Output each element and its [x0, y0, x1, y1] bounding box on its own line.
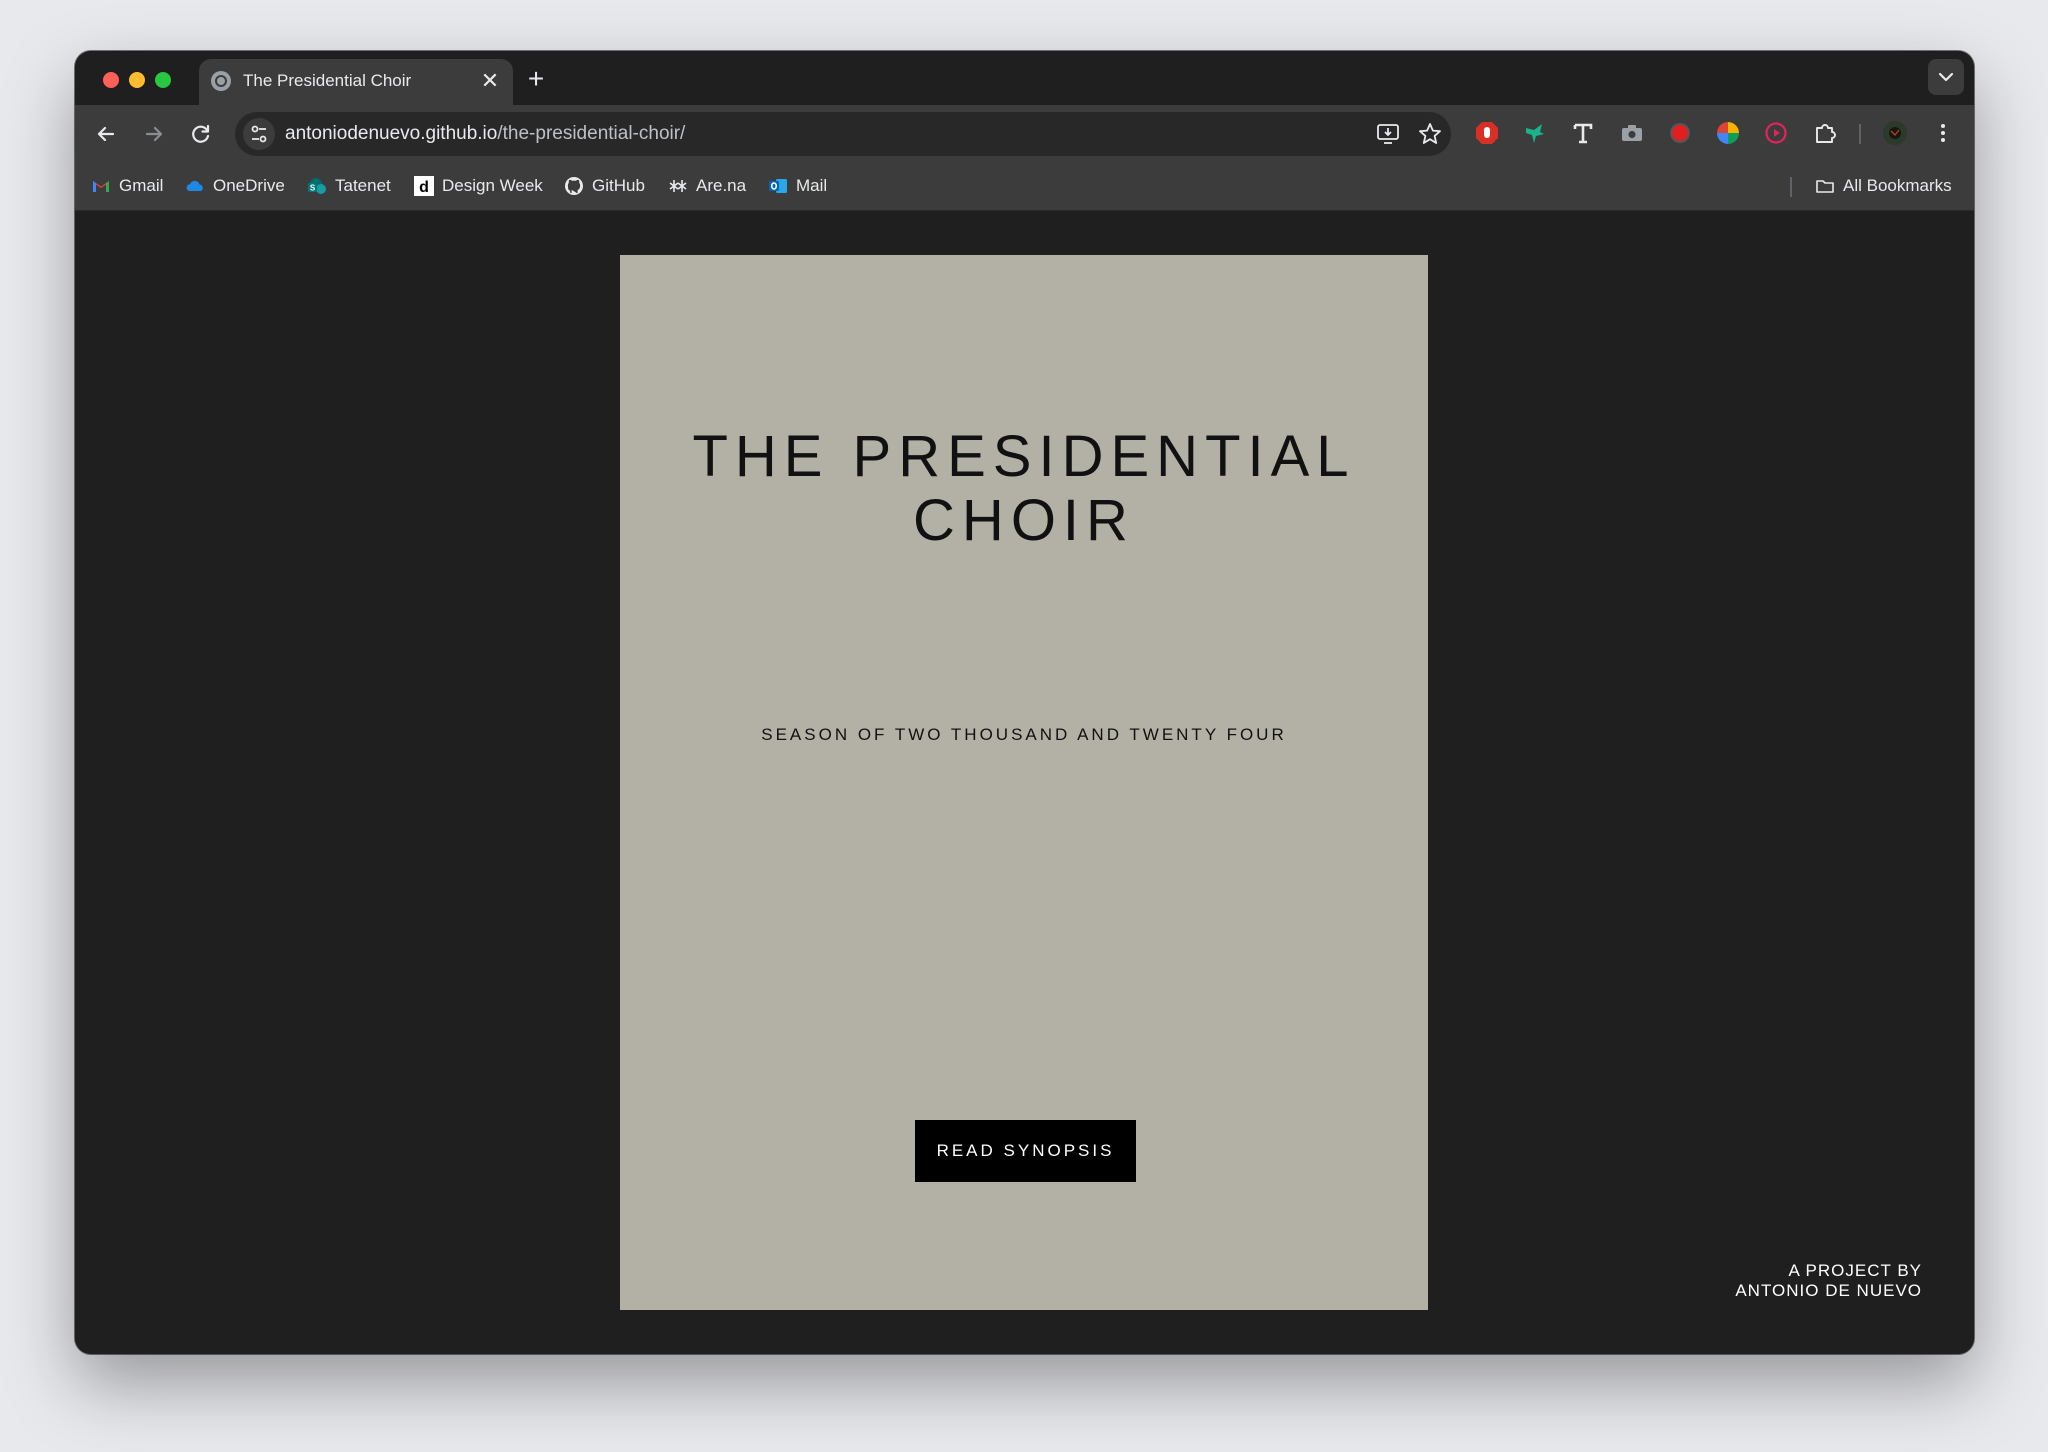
- read-synopsis-button[interactable]: READ SYNOPSIS: [915, 1120, 1136, 1182]
- folder-icon: [1816, 180, 1834, 193]
- bookmark-label: Design Week: [442, 176, 543, 195]
- bookmark-label: Tatenet: [335, 176, 391, 195]
- camera-icon[interactable]: [1619, 120, 1645, 146]
- install-app-icon[interactable]: [1375, 121, 1401, 147]
- more-vertical-icon[interactable]: [1930, 120, 1956, 146]
- zoom-window-button[interactable]: [155, 72, 171, 88]
- url-host: antoniodenuevo.github.io: [285, 123, 498, 144]
- reload-button[interactable]: [186, 119, 216, 149]
- new-tab-button[interactable]: +: [521, 65, 551, 95]
- bookmark-label: Are.na: [696, 176, 747, 195]
- tune-icon: [251, 125, 267, 143]
- bird-extension-icon[interactable]: [1522, 120, 1548, 146]
- url-path: /the-presidential-choir/: [497, 123, 686, 144]
- puzzle-icon[interactable]: [1812, 120, 1838, 146]
- season-subtitle: SEASON OF TWO THOUSAND AND TWENTY FOUR: [761, 725, 1287, 744]
- tab-strip: The Presidential Choir ✕ +: [75, 51, 1974, 105]
- tab-search-button[interactable]: [1928, 59, 1964, 95]
- globe-icon: [211, 71, 231, 91]
- svg-text:d: d: [419, 179, 429, 196]
- all-bookmarks-label: All Bookmarks: [1843, 176, 1952, 195]
- credit-line-1: A PROJECT BY: [1788, 1261, 1922, 1280]
- screen-recorder-icon[interactable]: [1763, 120, 1789, 146]
- title-line-1: THE PRESIDENTIAL: [692, 424, 1356, 489]
- poster-card: THE PRESIDENTIAL CHOIR SEASON OF TWO THO…: [620, 255, 1428, 1310]
- bookmark-tatenet[interactable]: S Tatenet: [307, 163, 391, 209]
- back-button[interactable]: [91, 119, 121, 149]
- bookmark-label: Gmail: [119, 176, 164, 195]
- font-icon[interactable]: [1570, 120, 1596, 146]
- bookmarks-divider: [1790, 177, 1792, 197]
- forward-button[interactable]: [139, 119, 169, 149]
- site-info-button[interactable]: [243, 118, 275, 150]
- adblock-icon[interactable]: [1474, 120, 1500, 146]
- chevron-down-icon: [1938, 72, 1954, 82]
- bookmark-onedrive[interactable]: OneDrive: [185, 163, 285, 209]
- bookmark-arena[interactable]: Are.na: [668, 163, 746, 209]
- toolbar-divider: [1859, 124, 1861, 144]
- bookmark-design-week[interactable]: d Design Week: [414, 163, 543, 209]
- bookmarks-bar: Gmail OneDrive S Tatenet d Design Week G…: [75, 163, 1974, 211]
- credit-line-2: ANTONIO DE NUEVO: [1735, 1281, 1922, 1300]
- profile-avatar[interactable]: [1882, 120, 1908, 146]
- toolbar: antoniodenuevo.github.io/the-presidentia…: [75, 105, 1974, 163]
- browser-window: The Presidential Choir ✕ + antoniodenuev…: [75, 51, 1974, 1354]
- sharepoint-icon: S: [308, 178, 326, 194]
- tab-close-button[interactable]: ✕: [477, 68, 503, 94]
- bookmark-label: GitHub: [592, 176, 645, 195]
- close-window-button[interactable]: [103, 72, 119, 88]
- page-content: THE PRESIDENTIAL CHOIR SEASON OF TWO THO…: [75, 212, 1974, 1354]
- all-bookmarks-button[interactable]: All Bookmarks: [1815, 163, 1952, 209]
- design-week-icon: d: [414, 176, 434, 196]
- github-icon: [565, 177, 583, 195]
- minimize-window-button[interactable]: [129, 72, 145, 88]
- bookmark-mail[interactable]: Mail: [768, 163, 827, 209]
- star-icon[interactable]: [1417, 121, 1443, 147]
- onedrive-icon: [186, 180, 203, 191]
- bookmark-github[interactable]: GitHub: [564, 163, 645, 209]
- address-bar[interactable]: antoniodenuevo.github.io/the-presidentia…: [235, 112, 1451, 156]
- url-text: antoniodenuevo.github.io/the-presidentia…: [285, 123, 685, 145]
- record-icon[interactable]: [1667, 120, 1693, 146]
- bookmark-gmail[interactable]: Gmail: [91, 163, 163, 209]
- color-picker-icon[interactable]: [1715, 120, 1741, 146]
- title-line-2: CHOIR: [913, 488, 1135, 553]
- svg-text:S: S: [310, 184, 316, 193]
- tab-active[interactable]: The Presidential Choir ✕: [199, 59, 513, 105]
- bookmark-label: OneDrive: [213, 176, 285, 195]
- gmail-icon: [93, 181, 109, 192]
- project-credit: A PROJECT BY ANTONIO DE NUEVO: [1735, 1261, 1922, 1301]
- arena-icon: [669, 180, 687, 192]
- bookmark-label: Mail: [796, 176, 828, 195]
- outlook-icon: [769, 179, 787, 193]
- tab-title: The Presidential Choir: [243, 71, 412, 90]
- page-title: THE PRESIDENTIAL CHOIR: [620, 425, 1428, 553]
